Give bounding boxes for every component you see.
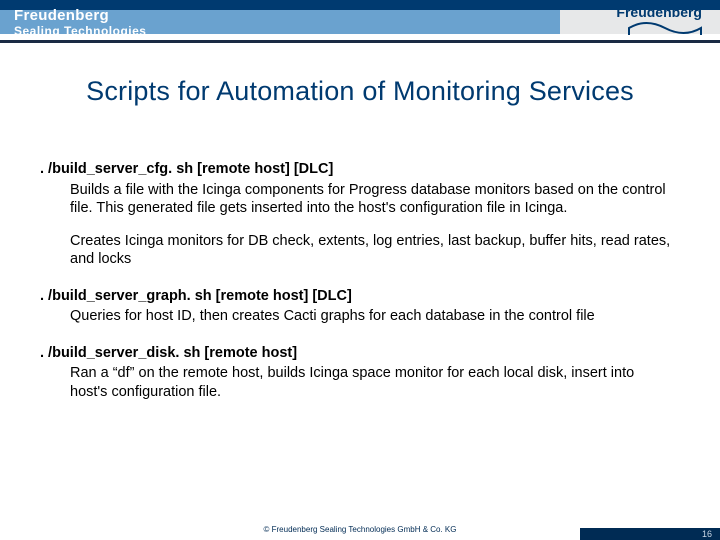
brand-left-line1: Freudenberg <box>14 8 146 24</box>
script-3-command: . /build_server_disk. sh [remote host] <box>40 344 672 363</box>
slide: Freudenberg Sealing Technologies Freuden… <box>0 0 720 540</box>
script-1-command: . /build_server_cfg. sh [remote host] [D… <box>40 160 672 179</box>
script-3-description: Ran a “df” on the remote host, builds Ic… <box>70 364 672 401</box>
slide-header: Freudenberg Sealing Technologies Freuden… <box>0 0 720 64</box>
slide-content: . /build_server_cfg. sh [remote host] [D… <box>40 160 672 419</box>
brand-right: Freudenberg <box>616 4 702 40</box>
script-1-description-1: Builds a file with the Icinga components… <box>70 181 672 218</box>
script-2-command: . /build_server_graph. sh [remote host] … <box>40 287 672 306</box>
header-thin-line <box>0 40 720 43</box>
page-number: 16 <box>702 528 712 540</box>
brand-right-name: Freudenberg <box>616 4 702 20</box>
slide-title: Scripts for Automation of Monitoring Ser… <box>0 76 720 107</box>
footer-band <box>580 528 720 540</box>
slide-footer: © Freudenberg Sealing Technologies GmbH … <box>0 518 720 540</box>
brand-left: Freudenberg Sealing Technologies <box>14 8 146 37</box>
brand-left-line2: Sealing Technologies <box>14 25 146 38</box>
script-1-description-2: Creates Icinga monitors for DB check, ex… <box>70 232 672 269</box>
script-2-description: Queries for host ID, then creates Cacti … <box>70 307 672 326</box>
brand-logo-icon <box>616 21 702 40</box>
